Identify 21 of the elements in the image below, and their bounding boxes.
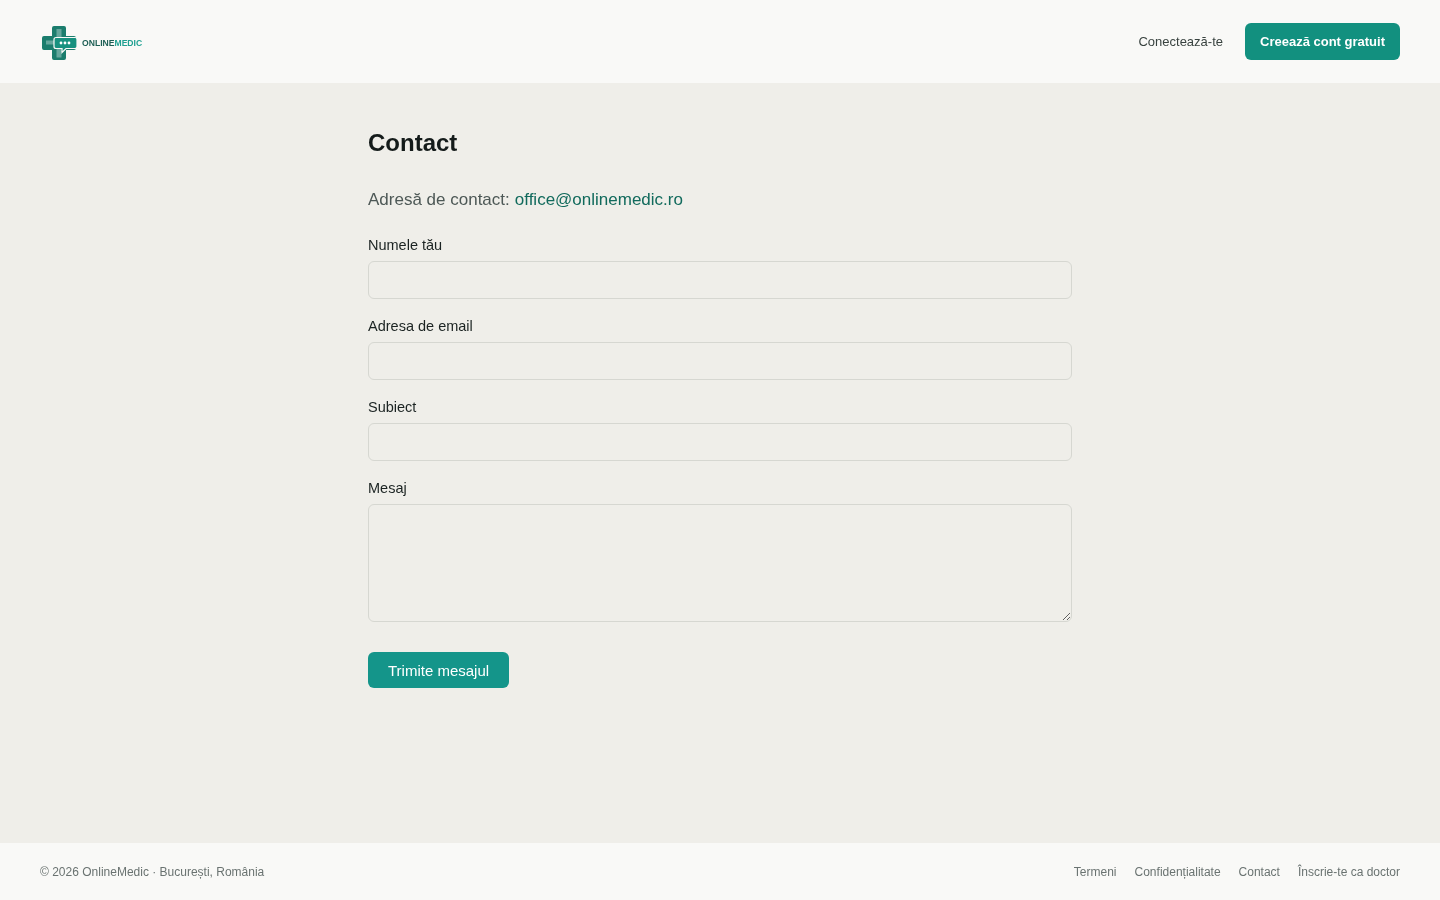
send-message-button[interactable]: Trimite mesajul	[368, 652, 510, 688]
field-label: Mesaj	[368, 479, 407, 497]
field-label: Subiect	[368, 398, 417, 416]
field-label: Adresa de email	[368, 317, 473, 335]
message-textarea[interactable]	[368, 504, 1072, 622]
login-link[interactable]: Conectează-te	[1138, 34, 1223, 49]
copyright-text: © 2026 OnlineMedic · București, România	[40, 864, 265, 879]
footer-link[interactable]: Termeni	[1073, 864, 1117, 879]
page-title: Contact	[368, 128, 459, 158]
footer-link[interactable]: Înscrie-te ca doctor	[1297, 864, 1400, 879]
logo-wordmark: ONLINEMEDIC	[82, 38, 143, 48]
text-input[interactable]	[368, 423, 1072, 461]
text-input[interactable]	[368, 261, 1072, 299]
email-link[interactable]: office@onlinemedic.ro	[514, 188, 683, 212]
contact-address-label: Adresă de contact:	[368, 189, 510, 211]
signup-button[interactable]: Creează cont gratuit	[1245, 23, 1400, 60]
footer-link[interactable]: Confidențialitate	[1134, 864, 1221, 879]
text-input[interactable]	[368, 342, 1072, 380]
footer-link[interactable]: Contact	[1238, 864, 1280, 879]
medical-cross-chat-icon	[42, 25, 78, 61]
field-label: Numele tău	[368, 236, 443, 254]
